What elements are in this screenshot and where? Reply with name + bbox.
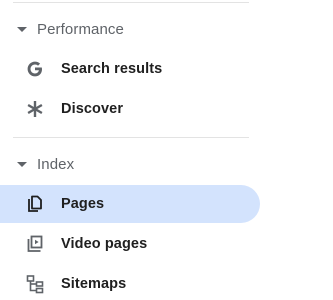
- sidebar-nav: Performance Search results Discover Inde…: [0, 0, 333, 300]
- sidebar-item-sitemaps[interactable]: Sitemaps: [0, 265, 260, 300]
- asterisk-icon: [25, 99, 45, 119]
- google-g-icon: [25, 59, 45, 79]
- sidebar-item-label: Discover: [61, 101, 124, 117]
- section-label-performance: Performance: [37, 20, 124, 38]
- caret-down-icon: [17, 27, 27, 32]
- sidebar-item-video-pages[interactable]: Video pages: [0, 225, 260, 263]
- section-index-toggle[interactable]: Index: [0, 152, 260, 176]
- sidebar-item-pages[interactable]: Pages: [0, 185, 260, 223]
- caret-down-icon: [17, 162, 27, 167]
- video-pages-icon: [25, 234, 45, 254]
- sidebar-item-label: Video pages: [61, 236, 148, 252]
- divider: [13, 2, 249, 3]
- section-performance-toggle[interactable]: Performance: [0, 17, 260, 41]
- sitemap-icon: [25, 274, 45, 294]
- sidebar-item-label: Search results: [61, 61, 163, 77]
- divider: [13, 137, 249, 138]
- sidebar-item-discover[interactable]: Discover: [0, 90, 260, 128]
- sidebar-item-search-results[interactable]: Search results: [0, 50, 260, 88]
- sidebar-item-label: Sitemaps: [61, 276, 127, 292]
- sidebar-item-label: Pages: [61, 196, 105, 212]
- section-label-index: Index: [37, 155, 75, 173]
- pages-icon: [25, 194, 45, 214]
